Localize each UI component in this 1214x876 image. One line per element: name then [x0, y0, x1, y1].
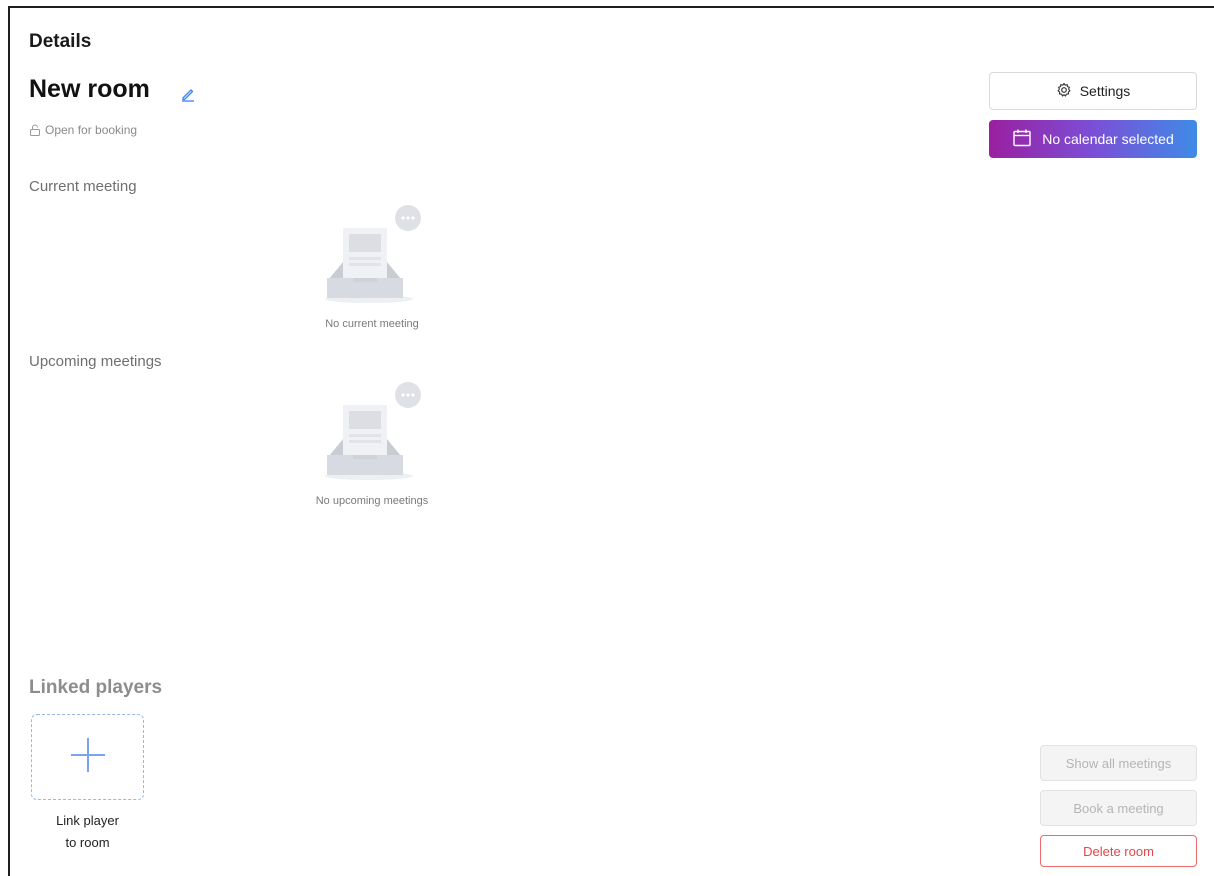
link-player-label-line2: to room [65, 835, 110, 850]
upcoming-meetings-label: Upcoming meetings [29, 353, 162, 370]
empty-inbox-icon [272, 204, 472, 304]
panel-title: Details [29, 31, 92, 52]
edit-icon[interactable] [180, 86, 196, 102]
settings-button[interactable]: Settings [989, 72, 1197, 110]
gear-icon [1056, 82, 1072, 101]
calendar-select-button[interactable]: No calendar selected [989, 120, 1197, 158]
calendar-icon [1012, 128, 1032, 151]
link-player-label-line1: Link player [56, 813, 119, 828]
empty-current-text: No current meeting [325, 318, 419, 330]
delete-room-button[interactable]: Delete room [1040, 835, 1197, 867]
link-player-label[interactable]: Link player to room [31, 810, 144, 854]
booking-status: Open for booking [29, 123, 137, 137]
settings-label: Settings [1079, 83, 1131, 99]
booking-status-text: Open for booking [45, 123, 138, 137]
empty-inbox-icon [272, 381, 472, 481]
details-panel: Details New room Open for booking Curren… [8, 6, 1214, 876]
linked-players-title: Linked players [29, 677, 163, 698]
current-meeting-label: Current meeting [29, 178, 137, 195]
calendar-label: No calendar selected [1042, 131, 1174, 147]
book-meeting-button[interactable]: Book a meeting [1040, 790, 1197, 826]
plus-icon [68, 735, 108, 780]
current-meeting-empty: No current meeting [272, 204, 472, 330]
lock-icon [29, 124, 41, 136]
show-all-meetings-button[interactable]: Show all meetings [1040, 745, 1197, 781]
link-player-tile[interactable] [31, 714, 144, 800]
upcoming-meetings-empty: No upcoming meetings [272, 381, 472, 507]
room-name: New room [29, 75, 150, 103]
empty-upcoming-text: No upcoming meetings [315, 495, 429, 507]
